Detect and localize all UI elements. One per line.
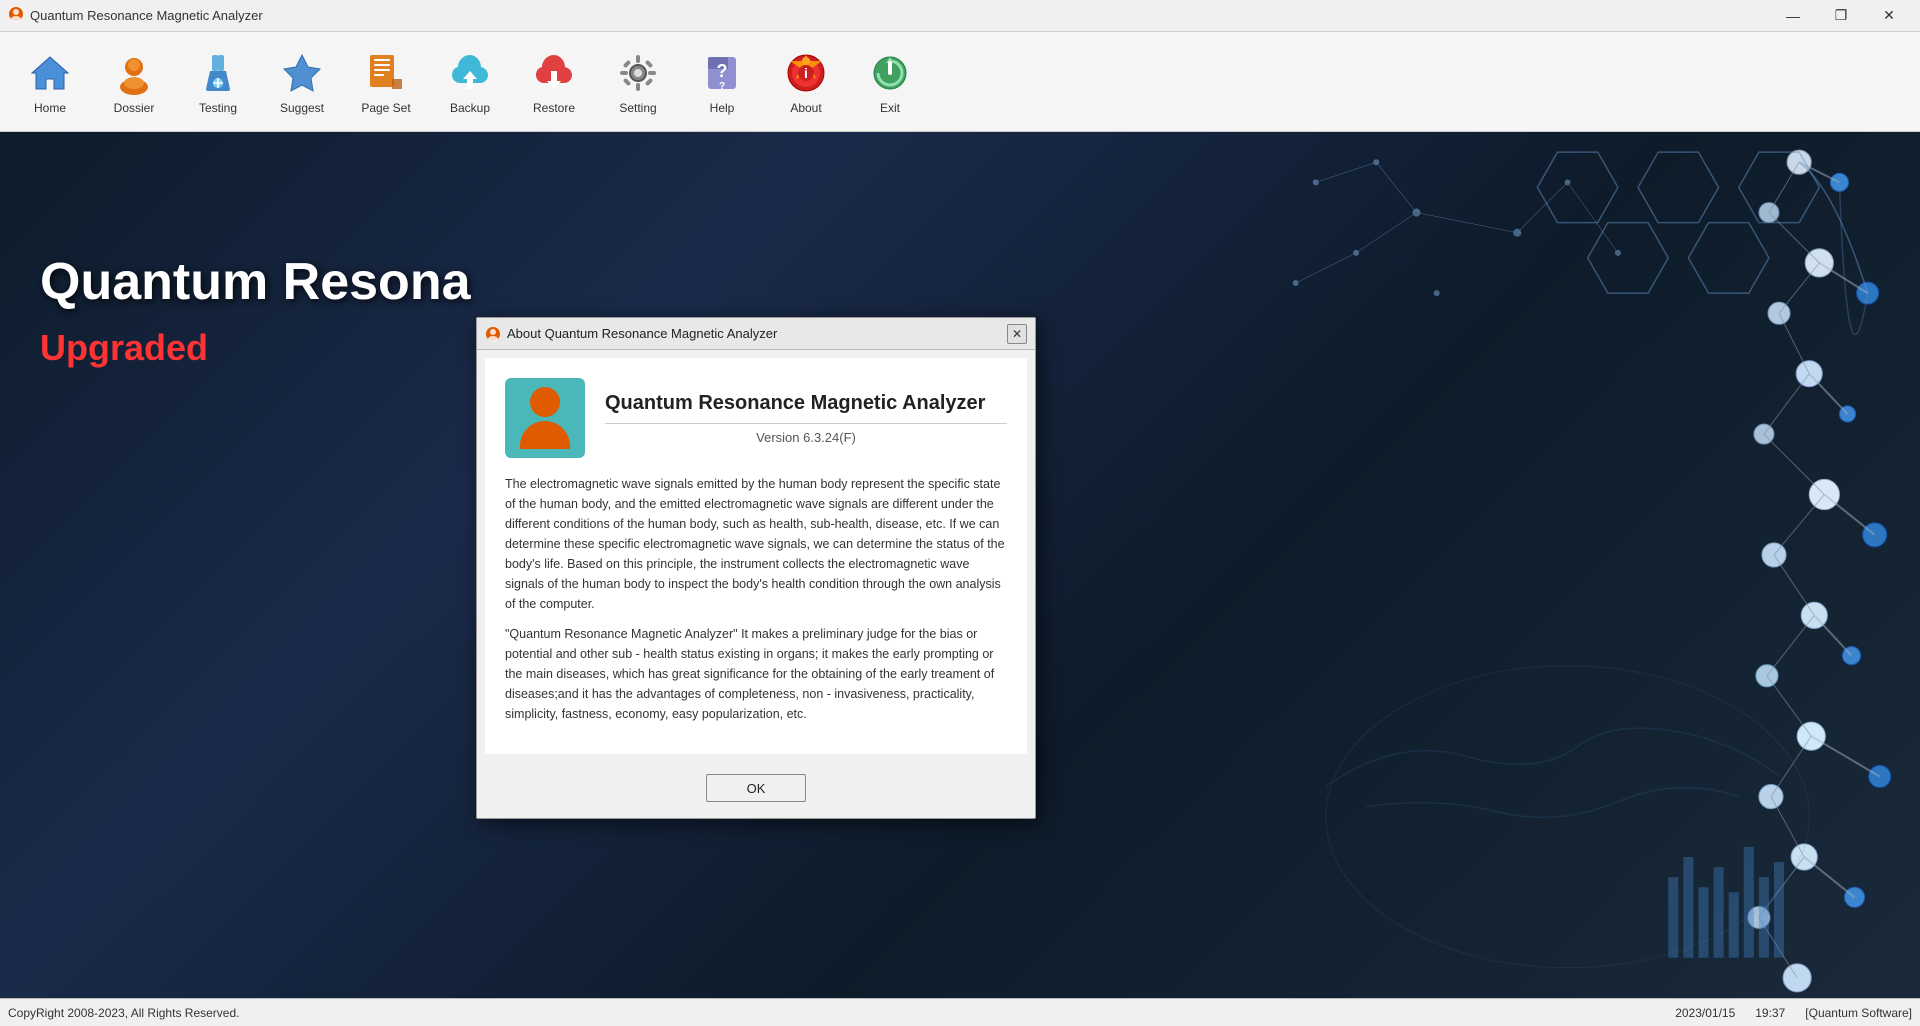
help-icon: ? ? (698, 49, 746, 97)
app-name: Quantum Resonance Magnetic Analyzer (605, 392, 1007, 415)
dialog-app-icon (485, 326, 501, 342)
toolbar-item-backup[interactable]: Backup (430, 37, 510, 127)
exit-label: Exit (880, 101, 900, 115)
toolbar-item-setting[interactable]: Setting (598, 37, 678, 127)
toolbar-item-testing[interactable]: Testing (178, 37, 258, 127)
toolbar: Home Dossier Testing (0, 32, 1920, 132)
testing-icon (194, 49, 242, 97)
window-title: Quantum Resonance Magnetic Analyzer (30, 8, 263, 23)
statusbar-right: 2023/01/15 19:37 [Quantum Software] (1675, 1006, 1912, 1020)
app-version: Version 6.3.24(F) (605, 430, 1007, 445)
dialog-title-text: About Quantum Resonance Magnetic Analyze… (507, 326, 777, 341)
dialog-titlebar: About Quantum Resonance Magnetic Analyze… (477, 318, 1035, 350)
pageset-label: Page Set (361, 101, 410, 115)
suggest-label: Suggest (280, 101, 324, 115)
dialog-header: Quantum Resonance Magnetic Analyzer Vers… (505, 378, 1007, 458)
maximize-button[interactable]: ❐ (1818, 0, 1864, 32)
setting-label: Setting (619, 101, 656, 115)
dna-visualization (1220, 132, 1920, 998)
titlebar-left: Quantum Resonance Magnetic Analyzer (8, 6, 263, 25)
minimize-button[interactable]: — (1770, 0, 1816, 32)
avatar-person (520, 387, 570, 449)
status-date: 2023/01/15 (1675, 1006, 1735, 1020)
toolbar-item-restore[interactable]: Restore (514, 37, 594, 127)
description-paragraph-1: The electromagnetic wave signals emitted… (505, 474, 1007, 614)
restore-icon (530, 49, 578, 97)
close-button[interactable]: ✕ (1866, 0, 1912, 32)
toolbar-item-pageset[interactable]: Page Set (346, 37, 426, 127)
toolbar-item-exit[interactable]: Exit (850, 37, 930, 127)
version-divider (605, 423, 1007, 424)
dialog-body: Quantum Resonance Magnetic Analyzer Vers… (485, 358, 1027, 754)
backup-icon (446, 49, 494, 97)
svg-text:i: i (804, 65, 808, 81)
app-icon (8, 6, 24, 25)
toolbar-item-help[interactable]: ? ? Help (682, 37, 762, 127)
description-paragraph-2: "Quantum Resonance Magnetic Analyzer" It… (505, 624, 1007, 724)
main-title-text: Quantum Resona (40, 252, 471, 312)
dossier-label: Dossier (114, 101, 155, 115)
avatar-head (530, 387, 560, 417)
status-software: [Quantum Software] (1805, 1006, 1912, 1020)
dialog-title-left: About Quantum Resonance Magnetic Analyze… (485, 326, 777, 342)
avatar-body (520, 421, 570, 449)
restore-label: Restore (533, 101, 575, 115)
home-icon (26, 49, 74, 97)
app-avatar (505, 378, 585, 458)
copyright-text: CopyRight 2008-2023, All Rights Reserved… (8, 1006, 239, 1020)
help-label: Help (710, 101, 735, 115)
toolbar-item-about[interactable]: i About (766, 37, 846, 127)
svg-text:?: ? (717, 61, 728, 81)
home-label: Home (34, 101, 66, 115)
ok-button[interactable]: OK (706, 774, 806, 802)
dialog-description: The electromagnetic wave signals emitted… (505, 474, 1007, 724)
dialog-footer: OK (477, 762, 1035, 818)
titlebar: Quantum Resonance Magnetic Analyzer — ❐ … (0, 0, 1920, 32)
statusbar: CopyRight 2008-2023, All Rights Reserved… (0, 998, 1920, 1026)
about-icon: i (782, 49, 830, 97)
main-upgraded-text: Upgraded (40, 327, 208, 369)
pageset-icon (362, 49, 410, 97)
backup-label: Backup (450, 101, 490, 115)
exit-icon (866, 49, 914, 97)
suggest-icon (278, 49, 326, 97)
testing-label: Testing (199, 101, 237, 115)
titlebar-controls: — ❐ ✕ (1770, 0, 1912, 32)
dossier-icon (110, 49, 158, 97)
status-time: 19:37 (1755, 1006, 1785, 1020)
about-dialog: About Quantum Resonance Magnetic Analyze… (476, 317, 1036, 819)
main-content: Quantum Resona Upgraded About Quantum Re… (0, 132, 1920, 998)
about-label: About (790, 101, 821, 115)
toolbar-item-dossier[interactable]: Dossier (94, 37, 174, 127)
setting-icon (614, 49, 662, 97)
toolbar-item-suggest[interactable]: Suggest (262, 37, 342, 127)
toolbar-item-home[interactable]: Home (10, 37, 90, 127)
dialog-close-button[interactable]: ✕ (1007, 324, 1027, 344)
svg-text:?: ? (719, 81, 725, 92)
app-title-section: Quantum Resonance Magnetic Analyzer Vers… (605, 392, 1007, 445)
